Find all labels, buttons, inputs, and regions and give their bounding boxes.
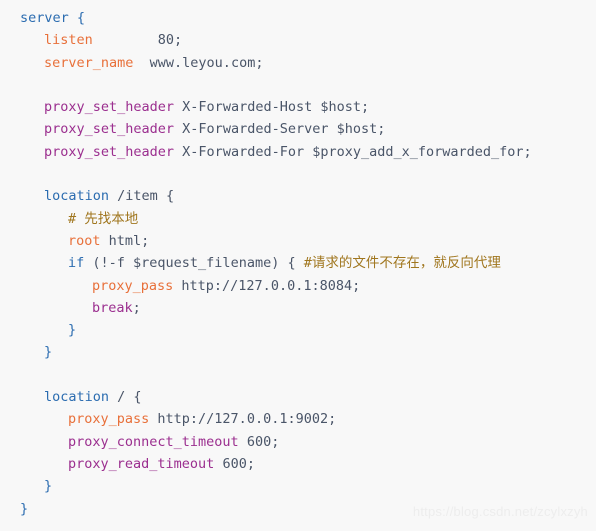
code-token-plain: 600; (238, 433, 280, 450)
code-token-blue: server (20, 10, 69, 26)
code-line: listen 80; (0, 29, 596, 51)
code-token-plain: html; (100, 232, 150, 249)
code-line: proxy_read_timeout 600; (0, 453, 596, 475)
code-line: root html; (0, 230, 596, 252)
code-token-comment: #请求的文件不存在，就反向代理 (303, 255, 501, 272)
code-token-comment: # 先找本地 (68, 210, 139, 227)
code-token-blue: location (44, 188, 110, 205)
code-line: proxy_set_header X-Forwarded-Server $hos… (0, 118, 596, 140)
code-token-blue: location (44, 389, 110, 406)
code-line: break; (0, 297, 596, 319)
code-token-plain: (!-f $request_filename) { (84, 255, 304, 272)
code-token-purple: proxy_set_header (44, 121, 175, 138)
code-token-plain: http://127.0.0.1:8084; (173, 277, 361, 294)
code-token-plain: 600; (214, 455, 255, 472)
code-token-brace: } (44, 478, 53, 495)
code-token-plain: ; (132, 299, 141, 316)
code-line: if (!-f $request_filename) { #请求的文件不存在，就… (0, 252, 596, 274)
code-token-plain: X-Forwarded-Server $host; (174, 121, 386, 138)
code-token-orange: root (68, 232, 101, 249)
code-token-blue: if (68, 255, 85, 272)
code-token-brace: } (20, 500, 29, 517)
code-line: } (0, 341, 596, 363)
code-line: proxy_connect_timeout 600; (0, 431, 596, 453)
code-line: location / { (0, 386, 596, 408)
code-token-plain: X-Forwarded-Host $host; (174, 99, 370, 116)
code-line: server { (0, 7, 596, 29)
code-token-orange: proxy_pass (92, 277, 174, 294)
code-line: location /item { (0, 185, 596, 207)
code-token-plain: www.leyou.com; (133, 54, 264, 71)
code-token-purple: proxy_set_header (44, 143, 175, 160)
code-line: proxy_set_header X-Forwarded-For $proxy_… (0, 141, 596, 163)
code-token-plain: { (133, 389, 142, 406)
code-line: server_name www.leyou.com; (0, 52, 596, 74)
code-line: } (0, 319, 596, 341)
code-token-plain: /item (109, 188, 166, 205)
code-token-brace: } (44, 344, 53, 361)
code-token-plain: X-Forwarded-For $proxy_add_x_forwarded_f… (174, 143, 532, 160)
code-line: proxy_pass http://127.0.0.1:9002; (0, 408, 596, 430)
code-token-plain: 80; (92, 32, 183, 49)
code-token-orange: server_name (44, 54, 134, 71)
code-token-plain: http://127.0.0.1:9002; (149, 411, 337, 428)
nginx-config-code-block[interactable]: server {listen 80; server_name www.leyou.… (0, 0, 596, 520)
code-token-purple: break (92, 299, 133, 316)
code-token-brace: } (68, 322, 77, 339)
code-line: # 先找本地 (0, 208, 596, 230)
code-line: proxy_pass http://127.0.0.1:8084; (0, 275, 596, 297)
code-token-plain: { (165, 188, 175, 205)
code-token-purple: proxy_set_header (44, 99, 175, 116)
code-line: } (0, 475, 596, 497)
code-token-orange: proxy_pass (68, 411, 150, 428)
code-token-plain: / (109, 389, 134, 406)
code-line: proxy_set_header X-Forwarded-Host $host; (0, 96, 596, 118)
code-token-brace: { (76, 10, 86, 26)
code-token-orange: listen (44, 32, 93, 49)
code-snippet-page: server {listen 80; server_name www.leyou.… (0, 0, 596, 531)
csdn-blog-watermark: https://blog.csdn.net/zcylxzyh (412, 503, 588, 519)
code-token-purple: proxy_connect_timeout (68, 433, 239, 450)
code-token-purple: proxy_read_timeout (68, 455, 215, 472)
